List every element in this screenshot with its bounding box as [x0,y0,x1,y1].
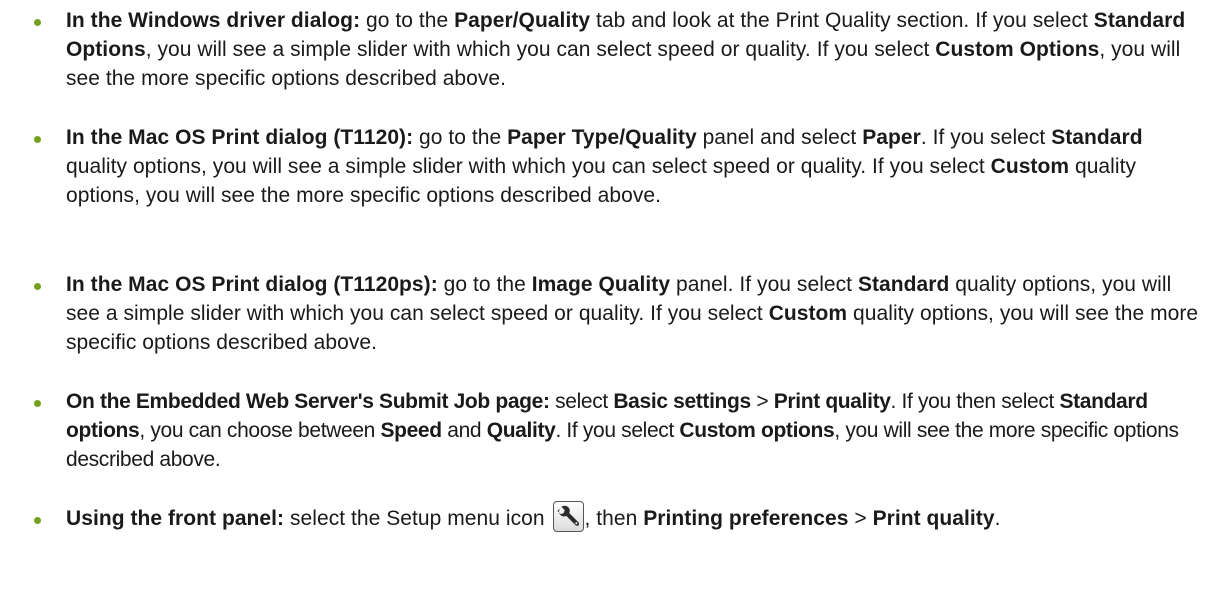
bold-term: Image Quality [531,273,671,296]
document-page: In the Windows driver dialog: go to the … [0,0,1212,606]
paragraph: Using the front panel: select the Setup … [66,497,1206,541]
bold-term: Printing preferences [643,507,849,530]
lead-text: Using the front panel: [66,507,285,530]
bold-term: Speed [380,419,442,442]
bold-term: Print quality [773,390,891,413]
bullet-dot [34,400,41,407]
bold-term: Standard [857,273,950,296]
bullet-dot [34,517,41,524]
bold-term: Custom options [679,419,835,442]
bold-term: Quality [486,419,556,442]
bold-term: Paper Type/Quality [507,126,697,149]
lead-text: In the Windows driver dialog: [66,9,361,32]
paragraph: In the Windows driver dialog: go to the … [66,9,1186,90]
lead-text: In the Mac OS Print dialog (T1120): [66,126,414,149]
bold-term: Basic settings [613,390,751,413]
paragraph: On the Embedded Web Server's Submit Job … [66,390,1179,471]
setup-wrench-icon [552,500,584,532]
bold-term: Custom [768,302,848,325]
bold-term: Standard [1051,126,1143,149]
bold-term: Paper [862,126,921,149]
bold-term: Print quality [872,507,995,530]
bullet-dot [34,136,41,143]
lead-text: On the Embedded Web Server's Submit Job … [66,390,550,413]
bullet-dot [34,283,41,290]
bold-term: Paper/Quality [454,9,591,32]
bullet-dot [34,19,41,26]
paragraph: In the Mac OS Print dialog (T1120ps): go… [66,273,1199,354]
paragraph: In the Mac OS Print dialog (T1120): go t… [66,126,1143,207]
bold-term: Custom Options [935,38,1100,61]
bold-term: Custom [990,155,1070,178]
lead-text: In the Mac OS Print dialog (T1120ps): [66,273,438,296]
